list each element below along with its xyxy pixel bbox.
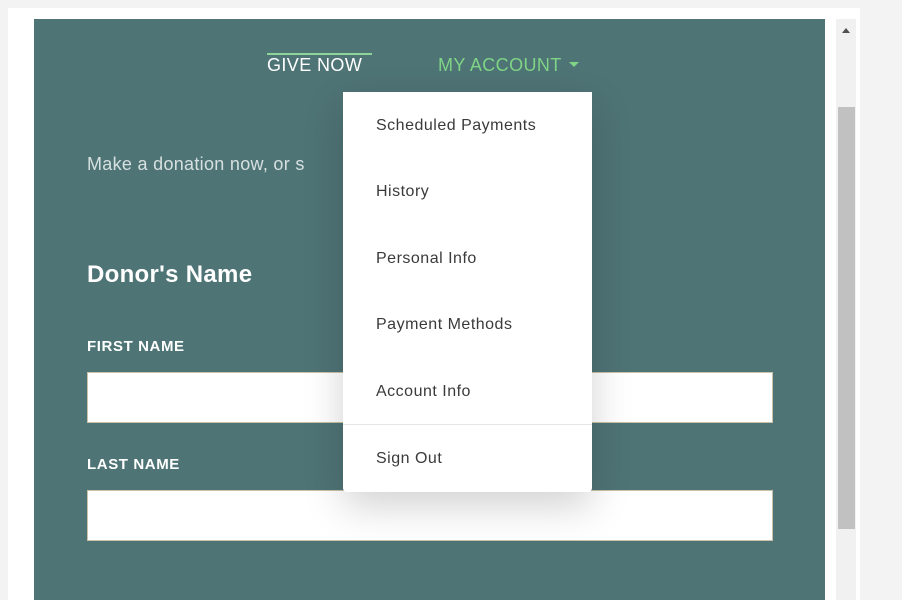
active-tab-underline <box>267 53 372 55</box>
nav-give-now[interactable]: GIVE NOW <box>267 55 362 76</box>
menu-item-account-info[interactable]: Account Info <box>376 383 471 401</box>
top-nav: GIVE NOW MY ACCOUNT <box>34 55 825 75</box>
menu-divider <box>343 424 592 425</box>
nav-my-account-label: MY ACCOUNT <box>438 55 562 75</box>
last-name-label: LAST NAME <box>87 456 180 473</box>
donor-name-heading: Donor's Name <box>87 261 253 288</box>
menu-item-history[interactable]: History <box>376 183 429 201</box>
account-dropdown-menu: Scheduled Payments History Personal Info… <box>343 92 592 492</box>
nav-my-account[interactable]: MY ACCOUNT <box>438 55 579 76</box>
menu-item-sign-out[interactable]: Sign Out <box>376 450 442 468</box>
intro-text-left: Make a donation now, or s <box>87 154 305 174</box>
menu-item-scheduled-payments[interactable]: Scheduled Payments <box>376 117 536 135</box>
vertical-scrollbar[interactable] <box>836 19 856 600</box>
scrollbar-thumb[interactable] <box>838 107 855 529</box>
menu-item-payment-methods[interactable]: Payment Methods <box>376 316 512 334</box>
last-name-input[interactable] <box>87 490 773 541</box>
first-name-label: FIRST NAME <box>87 338 185 355</box>
scroll-up-arrow-icon[interactable] <box>836 19 856 41</box>
menu-item-personal-info[interactable]: Personal Info <box>376 250 477 268</box>
caret-down-icon <box>568 61 579 67</box>
